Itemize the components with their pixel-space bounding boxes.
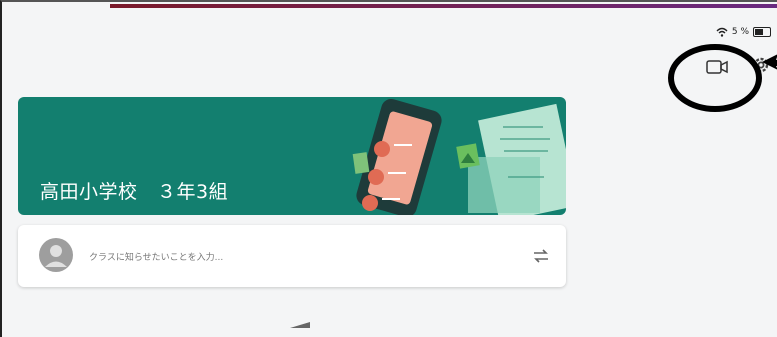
announcement-input[interactable]: クラスに知らせたいことを入力...	[89, 250, 223, 263]
battery-percent: 5 %	[731, 27, 749, 37]
class-title: 高田小学校 ３年3組	[40, 181, 229, 203]
annotation-circle	[668, 44, 762, 112]
top-accent-bar	[110, 4, 777, 8]
banner-illustration	[352, 98, 566, 215]
repost-icon[interactable]	[530, 245, 552, 267]
battery-icon	[753, 27, 771, 37]
avatar-icon	[39, 238, 73, 272]
scroll-indicator	[290, 322, 310, 328]
announcement-composer[interactable]: クラスに知らせたいことを入力...	[18, 225, 566, 287]
annotation-arrow	[762, 54, 777, 70]
status-bar: 5 %	[716, 26, 771, 38]
wifi-icon	[716, 27, 728, 37]
class-banner[interactable]: 高田小学校 ３年3組	[18, 97, 566, 215]
